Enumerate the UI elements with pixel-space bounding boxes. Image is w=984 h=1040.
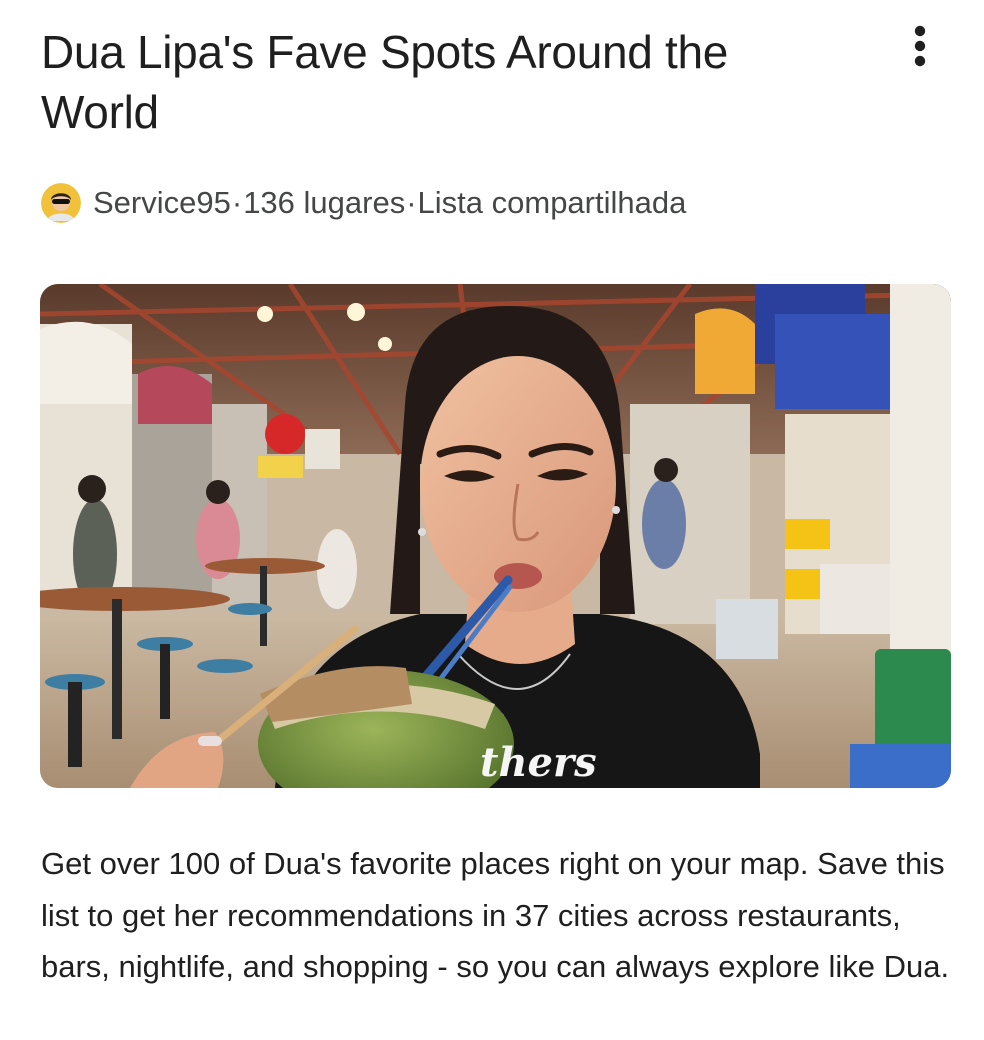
list-cover-photo: thers [40, 284, 951, 788]
meta-separator: · [231, 185, 243, 220]
list-details-panel: Dua Lipa's Fave Spots Around the World S… [0, 0, 984, 1040]
list-type: Lista compartilhada [417, 185, 687, 220]
places-count: 136 lugares [243, 185, 406, 220]
author-name[interactable]: Service95 [93, 185, 231, 221]
shirt-graphic-text: thers [480, 739, 597, 786]
list-description: Get over 100 of Dua's favorite places ri… [41, 846, 950, 984]
more-vert-icon [914, 25, 926, 67]
list-title: Dua Lipa's Fave Spots Around the World [41, 26, 729, 138]
more-options-button[interactable] [896, 22, 944, 70]
list-meta: Service95 · 136 lugares · Lista comparti… [41, 182, 686, 224]
user-avatar-icon[interactable] [41, 183, 81, 223]
meta-separator: · [406, 185, 417, 220]
